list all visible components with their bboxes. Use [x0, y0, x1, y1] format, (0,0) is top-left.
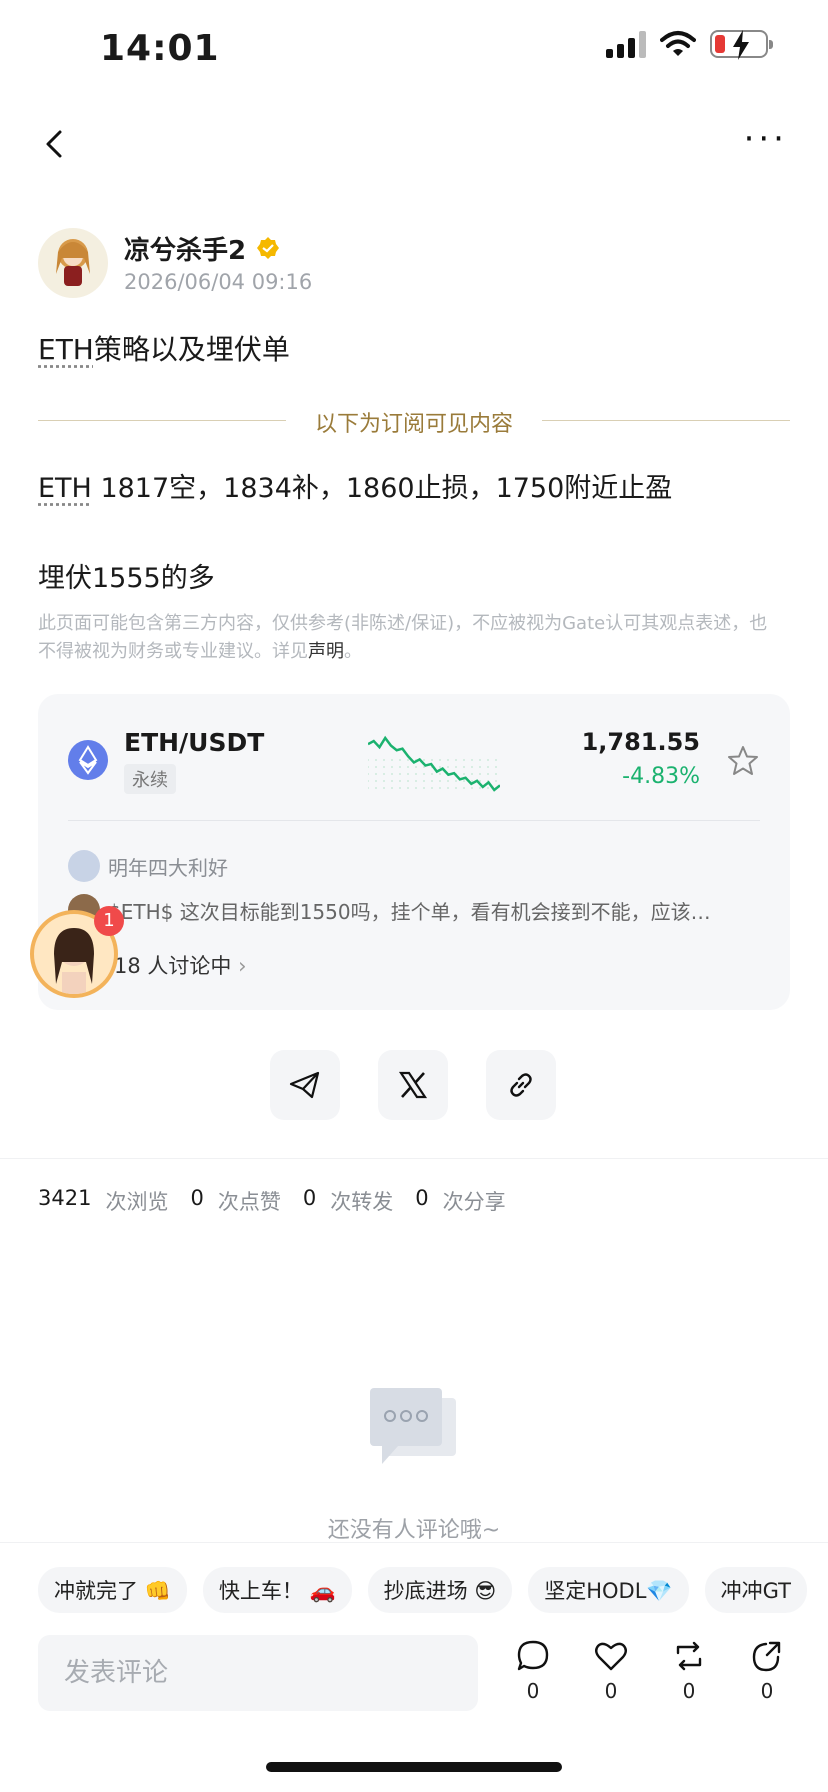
- quick-reply-chip[interactable]: 坚定HODL💎: [528, 1567, 689, 1613]
- post-title-text: 策略以及埋伏单: [93, 333, 290, 366]
- bottom-bar: 冲就完了 👊 快上车！ 🚗 抄底进场 😎 坚定HODL💎 冲冲GT 发表评论 0…: [0, 1542, 828, 1792]
- disclaimer-text: 此页面可能包含第三方内容，仅供参考(非陈述/保证)，不应被视为Gate认可其观点…: [38, 613, 768, 662]
- share-buttons: [270, 1050, 556, 1120]
- telegram-icon: [289, 1071, 320, 1099]
- heart-icon: [595, 1642, 627, 1671]
- share-button[interactable]: 0: [750, 1639, 784, 1703]
- comment-icon: [517, 1640, 549, 1671]
- post-content-line-2: 埋伏1555的多: [38, 563, 215, 594]
- card-divider: [68, 820, 760, 821]
- battery-icon: [710, 30, 773, 60]
- ticker-card[interactable]: ETH/USDT 永续 1,781.55 -4.83% 明年四大利好 $ETH$…: [38, 694, 790, 1010]
- home-indicator: [266, 1762, 562, 1772]
- repost-button[interactable]: 0: [672, 1639, 706, 1703]
- top-nav: ···: [0, 110, 828, 180]
- discussion-preview[interactable]: $ETH$ 这次目标能到1550吗，挂个单，看有机会接到不能，应该…: [68, 894, 758, 926]
- stats-divider: [0, 1158, 828, 1159]
- subscription-divider: 以下为订阅可见内容: [38, 404, 790, 437]
- stat-shares-label: 次分享: [442, 1190, 506, 1214]
- quick-reply-chip[interactable]: 冲冲GT: [704, 1567, 807, 1613]
- wifi-icon: [660, 31, 696, 56]
- quick-reply-chips: 冲就完了 👊 快上车！ 🚗 抄底进场 😎 坚定HODL💎 冲冲GT: [38, 1567, 807, 1613]
- cellular-signal-icon: [606, 30, 646, 58]
- link-icon: [510, 1073, 532, 1097]
- notification-badge: 1: [94, 906, 124, 936]
- stat-likes-label: 次点赞: [217, 1190, 281, 1214]
- discussion-preview-text: $ETH$ 这次目标能到1550吗，挂个单，看有机会接到不能，应该…: [108, 899, 711, 924]
- eth-coin-icon: [68, 740, 108, 780]
- stat-reposts-count: 0: [302, 1186, 317, 1210]
- favorite-star-icon[interactable]: [726, 744, 760, 778]
- ticker-pair: ETH/USDT: [124, 728, 265, 757]
- disclaimer-link[interactable]: 声明: [308, 641, 344, 662]
- share-icon: [752, 1641, 781, 1672]
- stat-likes-count: 0: [190, 1186, 204, 1210]
- like-count: 0: [604, 1679, 618, 1703]
- author-name[interactable]: 凉兮杀手2: [124, 230, 246, 267]
- more-options-icon[interactable]: ···: [744, 122, 788, 156]
- stat-views-count: 3421: [38, 1186, 92, 1210]
- copy-link-button[interactable]: [486, 1050, 556, 1120]
- status-bar: 14:01: [0, 0, 828, 100]
- status-icons: [606, 30, 773, 60]
- disclaimer: 此页面可能包含第三方内容，仅供参考(非陈述/保证)，不应被视为Gate认可其观点…: [38, 613, 768, 662]
- eth-tag-link[interactable]: ETH: [38, 473, 92, 504]
- price-sparkline: [368, 735, 500, 792]
- share-x-button[interactable]: [378, 1050, 448, 1120]
- post-timestamp: 2026/06/04 09:16: [124, 270, 313, 294]
- ticker-change: -4.83%: [622, 764, 700, 789]
- eth-tag-link[interactable]: ETH: [38, 333, 94, 366]
- ticker-type-badge: 永续: [124, 764, 176, 794]
- like-button[interactable]: 0: [594, 1639, 628, 1703]
- repost-icon: [676, 1641, 702, 1671]
- quick-reply-chip[interactable]: 快上车！ 🚗: [202, 1567, 352, 1613]
- stat-shares-count: 0: [415, 1186, 429, 1210]
- comment-count: 0: [526, 1679, 540, 1703]
- quick-reply-chip[interactable]: 冲就完了 👊: [38, 1567, 187, 1613]
- share-count: 0: [760, 1679, 774, 1703]
- discussion-user-name: 明年四大利好: [108, 855, 228, 880]
- post-actions: 0 0 0 0: [516, 1639, 784, 1703]
- post-content-line: ETH 1817空，1834补，1860止损，1750附近止盈: [38, 466, 672, 505]
- quick-reply-chip[interactable]: 抄底进场 😎: [367, 1567, 513, 1613]
- x-logo-icon: [398, 1071, 428, 1099]
- author-row: 凉兮杀手2 2026/06/04 09:16: [38, 228, 798, 300]
- empty-comments-icon: [370, 1388, 456, 1464]
- repost-count: 0: [682, 1679, 696, 1703]
- verified-badge-icon: [257, 237, 279, 259]
- subscription-divider-label: 以下为订阅可见内容: [314, 412, 513, 437]
- comment-input[interactable]: 发表评论: [38, 1635, 478, 1711]
- stat-reposts-label: 次转发: [330, 1190, 394, 1214]
- sparkline-line: [368, 735, 500, 792]
- chevron-right-icon: ›: [238, 954, 247, 978]
- comment-button[interactable]: 0: [516, 1639, 550, 1703]
- post-title: ETH策略以及埋伏单: [38, 328, 290, 368]
- ticker-price: 1,781.55: [581, 728, 700, 756]
- discussion-user: 明年四大利好: [68, 850, 228, 882]
- author-avatar[interactable]: [38, 228, 108, 298]
- stat-views-label: 次浏览: [105, 1190, 169, 1214]
- post-stats: 3421 次浏览 0 次点赞 0 次转发 0 次分享: [38, 1186, 514, 1216]
- share-telegram-button[interactable]: [270, 1050, 340, 1120]
- status-time: 14:01: [100, 28, 220, 69]
- empty-comments-text: 还没有人评论哦~: [327, 1518, 501, 1543]
- discussion-count-link[interactable]: 18 人讨论中 ›: [114, 950, 247, 980]
- discussion-user-avatar: [68, 850, 100, 882]
- post-content-text: 1817空，1834补，1860止损，1750附近止盈: [91, 473, 673, 504]
- back-icon[interactable]: [36, 124, 76, 164]
